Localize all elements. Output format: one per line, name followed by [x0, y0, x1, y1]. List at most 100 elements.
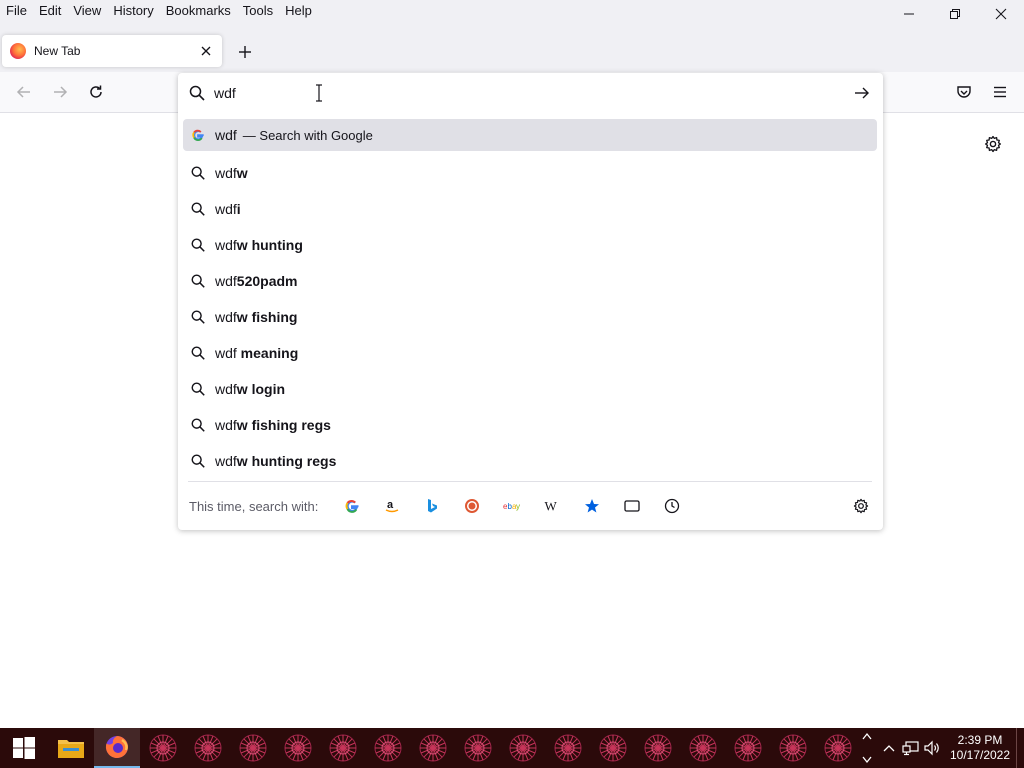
menu-bookmarks[interactable]: Bookmarks — [160, 1, 237, 21]
suggestion-row[interactable]: wdf meaning — [183, 335, 877, 371]
engine-google-button[interactable] — [332, 490, 372, 522]
suggestion-typed-text: wdf — [215, 273, 237, 289]
new-tab-button[interactable] — [233, 40, 257, 64]
gear-icon — [984, 135, 1002, 153]
taskbar-pinned-app[interactable] — [455, 728, 500, 768]
suggestion-icon — [190, 201, 206, 217]
engine-wikipedia-button[interactable]: W — [532, 490, 572, 522]
folder-icon — [58, 740, 84, 758]
suggestion-icon — [190, 345, 206, 361]
firefox-taskbar-button[interactable] — [94, 728, 140, 768]
search-icon — [191, 418, 205, 432]
plus-icon — [239, 46, 251, 58]
bookmarks-star-icon — [585, 499, 600, 513]
engine-duckduckgo-button[interactable] — [452, 490, 492, 522]
restore-button[interactable] — [932, 0, 978, 28]
suggestion-row[interactable]: wdf w login — [183, 371, 877, 407]
taskbar-pinned-app[interactable] — [680, 728, 725, 768]
urlbar-input-row — [178, 73, 883, 113]
taskbar: 2:39 PM 10/17/2022 — [0, 728, 1024, 768]
suggestion-completion: i — [236, 201, 241, 217]
taskbar-pinned-app[interactable] — [140, 728, 185, 768]
system-tray: 2:39 PM 10/17/2022 — [878, 728, 1024, 768]
taskbar-pinned-app[interactable] — [725, 728, 770, 768]
taskbar-pinned-app[interactable] — [770, 728, 815, 768]
menu-edit[interactable]: Edit — [33, 1, 67, 21]
clock[interactable]: 2:39 PM 10/17/2022 — [944, 733, 1016, 763]
network-button[interactable] — [900, 728, 922, 768]
taskbar-pinned-app[interactable] — [365, 728, 410, 768]
menu-file[interactable]: File — [0, 1, 33, 21]
engine-amazon-button[interactable]: a — [372, 490, 412, 522]
taskbar-pinned-app[interactable] — [545, 728, 590, 768]
taskbar-pinned-app[interactable] — [590, 728, 635, 768]
starburst-app-icon — [599, 734, 626, 762]
close-window-button[interactable] — [978, 0, 1024, 28]
urlbar-popup: wdf— Search with Googlewdfwwdfiwdfw hunt… — [178, 73, 883, 530]
clock-time: 2:39 PM — [957, 733, 1003, 747]
starburst-app-icon — [149, 734, 176, 762]
menu-tools[interactable]: Tools — [237, 1, 279, 21]
suggestion-completion: w hunting — [236, 237, 303, 253]
starburst-app-icon — [239, 734, 266, 762]
tabs-search-button[interactable] — [612, 490, 652, 522]
urlbar-input[interactable] — [214, 83, 834, 103]
volume-button[interactable] — [922, 728, 944, 768]
suggestion-icon — [190, 273, 206, 289]
back-arrow-icon — [16, 86, 30, 98]
taskbar-pinned-app[interactable] — [320, 728, 365, 768]
suggestion-completion: w fishing regs — [236, 417, 331, 433]
taskbar-pinned-app[interactable] — [815, 728, 860, 768]
taskbar-pinned-items — [140, 728, 860, 768]
suggestion-row[interactable]: wdf w fishing regs — [183, 407, 877, 443]
history-search-button[interactable] — [652, 490, 692, 522]
search-icon — [189, 85, 205, 101]
engine-bing-button[interactable] — [412, 490, 452, 522]
starburst-app-icon — [374, 734, 401, 762]
go-button[interactable] — [852, 83, 872, 103]
show-desktop-button[interactable] — [1016, 728, 1024, 768]
suggestion-row[interactable]: wdf w fishing — [183, 299, 877, 335]
search-settings-button[interactable] — [849, 494, 873, 518]
suggestion-row[interactable]: wdf — Search with Google — [183, 119, 877, 151]
tab-new-tab[interactable]: New Tab — [2, 35, 222, 67]
suggestion-completion: w — [236, 165, 248, 181]
menu-help[interactable]: Help — [279, 1, 318, 21]
suggestion-completion: 520padm — [236, 273, 298, 289]
starburst-app-icon — [644, 734, 671, 762]
suggestion-row[interactable]: wdf i — [183, 191, 877, 227]
pocket-button[interactable] — [952, 80, 976, 104]
taskbar-pinned-app[interactable] — [230, 728, 275, 768]
minimize-button[interactable] — [886, 0, 932, 28]
start-button[interactable] — [0, 728, 48, 768]
reload-button[interactable] — [84, 80, 108, 104]
engine-ebay-button[interactable]: ebay — [492, 490, 532, 522]
taskbar-pinned-app[interactable] — [410, 728, 455, 768]
menu-view[interactable]: View — [67, 1, 107, 21]
app-menu-button[interactable] — [988, 80, 1012, 104]
menu-history[interactable]: History — [107, 1, 159, 21]
suggestion-completion: w fishing — [236, 309, 298, 325]
suggestion-row[interactable]: wdf w — [183, 155, 877, 191]
search-icon — [191, 382, 205, 396]
suggestion-row[interactable]: wdf 520padm — [183, 263, 877, 299]
taskbar-pinned-app[interactable] — [275, 728, 320, 768]
pocket-icon — [957, 86, 971, 98]
taskbar-pinned-app[interactable] — [185, 728, 230, 768]
newtab-settings-button[interactable] — [981, 132, 1005, 156]
taskbar-pinned-app[interactable] — [500, 728, 545, 768]
back-button[interactable] — [12, 80, 36, 104]
taskbar-pinned-app[interactable] — [635, 728, 680, 768]
taskbar-scroll[interactable] — [860, 728, 874, 768]
show-hidden-icons-button[interactable] — [878, 728, 900, 768]
suggestion-icon — [190, 127, 206, 143]
file-explorer-taskbar-button[interactable] — [48, 728, 94, 768]
suggestion-row[interactable]: wdf w hunting — [183, 227, 877, 263]
suggestion-icon — [190, 417, 206, 433]
search-icon — [191, 454, 205, 468]
forward-button[interactable] — [48, 80, 72, 104]
forward-arrow-icon — [54, 86, 68, 98]
tab-close-button[interactable] — [198, 43, 214, 59]
suggestion-row[interactable]: wdf w hunting regs — [183, 443, 877, 479]
bookmarks-search-button[interactable] — [572, 490, 612, 522]
